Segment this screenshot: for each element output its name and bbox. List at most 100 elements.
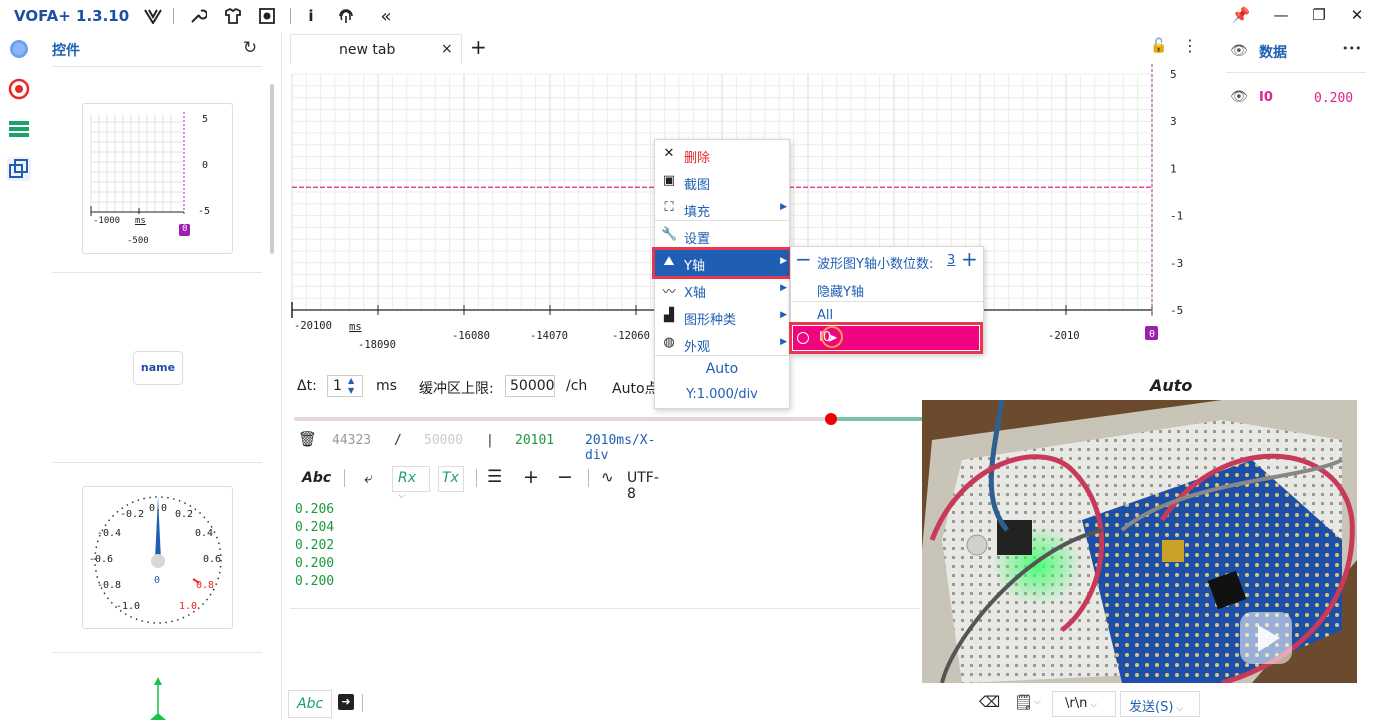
text-format-icon[interactable]: ☰ (487, 467, 502, 487)
send-file-icon[interactable]: ➜ (338, 694, 354, 710)
rx-log[interactable]: 0.206 0.204 0.202 0.200 0.200 (295, 501, 334, 591)
menu-item-6[interactable]: 〰 X轴 ▶ (655, 277, 789, 303)
refresh-icon[interactable]: ↻ (240, 38, 260, 58)
mini-plot-widget[interactable]: 5 0 -5 -1000 ms -500 0 (82, 103, 233, 254)
radio-icon[interactable] (797, 332, 809, 344)
mini-y-tick: 5 (202, 114, 209, 125)
abc-toggle[interactable]: Abc (302, 470, 331, 486)
log-line: 0.204 (295, 520, 335, 535)
menu-item-7[interactable]: ▟ 图形种类 ▶ (655, 304, 789, 330)
eye-icon[interactable]: 👁 (1230, 43, 1248, 59)
history-dropdown-icon[interactable]: ⌵ (1034, 697, 1041, 707)
layers-icon[interactable] (7, 157, 31, 181)
data-panel-title: 数据 (1259, 45, 1287, 61)
y-tick-label: -3 (1170, 257, 1183, 270)
y-axis-submenu: − 波形图Y轴小数位数: 3 + 隐藏Y轴 All I0 ➤ (789, 246, 984, 354)
y-tick-label: 3 (1170, 115, 1177, 128)
arrow-widget (150, 677, 166, 720)
sample-max: 50000 (424, 433, 464, 448)
cursor-badge-label: 0 (1149, 329, 1155, 340)
circle-icon[interactable] (7, 37, 31, 61)
hide-y-axis-item[interactable]: 隐藏Y轴 (817, 281, 864, 300)
data-row[interactable]: 👁 I0 0.200 (1222, 86, 1374, 110)
fill-icon: ⛶ (664, 200, 674, 215)
mini-badge: 0 (182, 224, 188, 234)
close-icon[interactable]: ✕ (1346, 6, 1368, 26)
decimals-minus-button[interactable]: − (795, 247, 812, 271)
history-slider-thumb[interactable] (825, 413, 837, 425)
eye-icon[interactable]: 👁 (1230, 89, 1248, 105)
decimals-plus-button[interactable]: + (961, 247, 978, 271)
wrap-icon[interactable]: ⤶ (364, 468, 373, 488)
list-icon[interactable] (7, 117, 31, 141)
log-line: 0.200 (295, 574, 335, 589)
menu-item-label: 外观 (684, 340, 711, 355)
y-tick-label: -5 (1170, 304, 1183, 317)
x-tick-label: -14070 (530, 330, 568, 342)
record-icon[interactable] (7, 77, 31, 101)
dt-label: Δt: (297, 378, 317, 394)
shirt-icon[interactable] (222, 5, 244, 27)
tab-new-tab[interactable]: new tab × (290, 34, 462, 64)
menu-item-1[interactable]: ✕ 删除 (655, 142, 789, 168)
submenu-arrow-icon: ▶ (780, 310, 787, 320)
menu-item-8[interactable]: ◍ 外观 ▶ (655, 331, 789, 357)
title-bar: VOFA+ 1.3.10 i « 📌 — ❐ ✕ (0, 0, 1374, 32)
decimals-value[interactable]: 3 (947, 253, 955, 268)
channel-i0-item[interactable]: I0 ➤ (789, 322, 983, 354)
restore-icon[interactable]: ❐ (1308, 6, 1330, 26)
menu-item-2[interactable]: ▣ 截图 (655, 169, 789, 195)
add-tab-icon[interactable]: + (470, 35, 487, 59)
chart-type-icon: ▟ (664, 308, 674, 323)
menu-auto[interactable]: Auto (655, 356, 789, 382)
mouse-cursor-icon: ➤ (827, 331, 838, 346)
log-line: 0.202 (295, 538, 335, 553)
encoding-select[interactable]: UTF-8 (627, 470, 659, 502)
line-ending-select[interactable]: \r\n ⌵ (1052, 691, 1116, 717)
screenshot-icon: ▣ (662, 173, 676, 188)
widgets-scrollbar[interactable] (270, 84, 274, 254)
minimize-icon[interactable]: — (1270, 6, 1292, 26)
send-abc-toggle[interactable]: Abc (288, 690, 332, 718)
waveform-icon[interactable]: ∿ (601, 468, 614, 486)
wrench-icon[interactable] (187, 5, 209, 27)
menu-item-4[interactable]: 🔧 设置 (655, 223, 789, 249)
auto-label[interactable]: Auto (1150, 376, 1192, 395)
channel-value: 0.200 (1314, 91, 1354, 106)
gauge-widget[interactable]: -0.2 0.0 0.2 -0.4 0.4 -0.6 0.6 -0.8 0.8 … (82, 486, 233, 629)
x-div: 2010ms/X-div (585, 433, 656, 463)
status-bar: | (486, 433, 494, 448)
x-tick-label: -2010 (1048, 330, 1080, 342)
stepper-arrows-icon[interactable]: ▲ ▼ (348, 376, 354, 396)
widgets-title: 控件 (52, 43, 80, 59)
rx-toggle[interactable]: Rx ⌵ (392, 466, 430, 501)
submenu-arrow-icon: ▶ (780, 202, 787, 212)
double-chevron-left-icon[interactable]: « (375, 5, 397, 27)
unlock-icon[interactable]: 🔓 (1150, 38, 1167, 54)
tab-close-icon[interactable]: × (441, 41, 453, 57)
trash-icon[interactable]: 🗑 (298, 430, 317, 448)
tx-toggle[interactable]: Tx (438, 466, 464, 492)
log-line: 0.200 (295, 556, 335, 571)
zoom-out-button[interactable]: − (557, 466, 573, 488)
menu-item-3[interactable]: ⛶ 填充 ▶ (655, 196, 789, 222)
more-horizontal-icon[interactable]: ••• (1342, 42, 1361, 55)
pin-icon[interactable]: 📌 (1230, 6, 1252, 26)
more-vertical-icon[interactable]: ⋮ (1182, 36, 1198, 55)
camera-video-overlay[interactable] (922, 400, 1357, 683)
buffer-input[interactable]: 50000 (505, 375, 555, 397)
dt-stepper[interactable]: 1 ▲ ▼ (327, 375, 363, 397)
auto-points-label[interactable]: Auto点 (612, 378, 659, 398)
zoom-in-button[interactable]: + (523, 466, 539, 488)
camera-icon[interactable] (256, 5, 278, 27)
all-channels-item[interactable]: All (817, 308, 833, 323)
vofa-logo-icon[interactable] (142, 5, 164, 27)
menu-item-5[interactable]: ⛰ Y轴 ▶ (652, 247, 792, 279)
name-button[interactable]: name (133, 351, 183, 385)
info-icon[interactable]: i (300, 5, 322, 27)
send-button[interactable]: 发送(S) ⌵ (1120, 691, 1200, 717)
eraser-icon[interactable]: ⌫ (979, 693, 1000, 711)
history-icon[interactable]: 🗒 (1014, 693, 1033, 711)
fingerprint-icon[interactable] (335, 5, 357, 27)
buffer-unit: /ch (566, 378, 588, 394)
